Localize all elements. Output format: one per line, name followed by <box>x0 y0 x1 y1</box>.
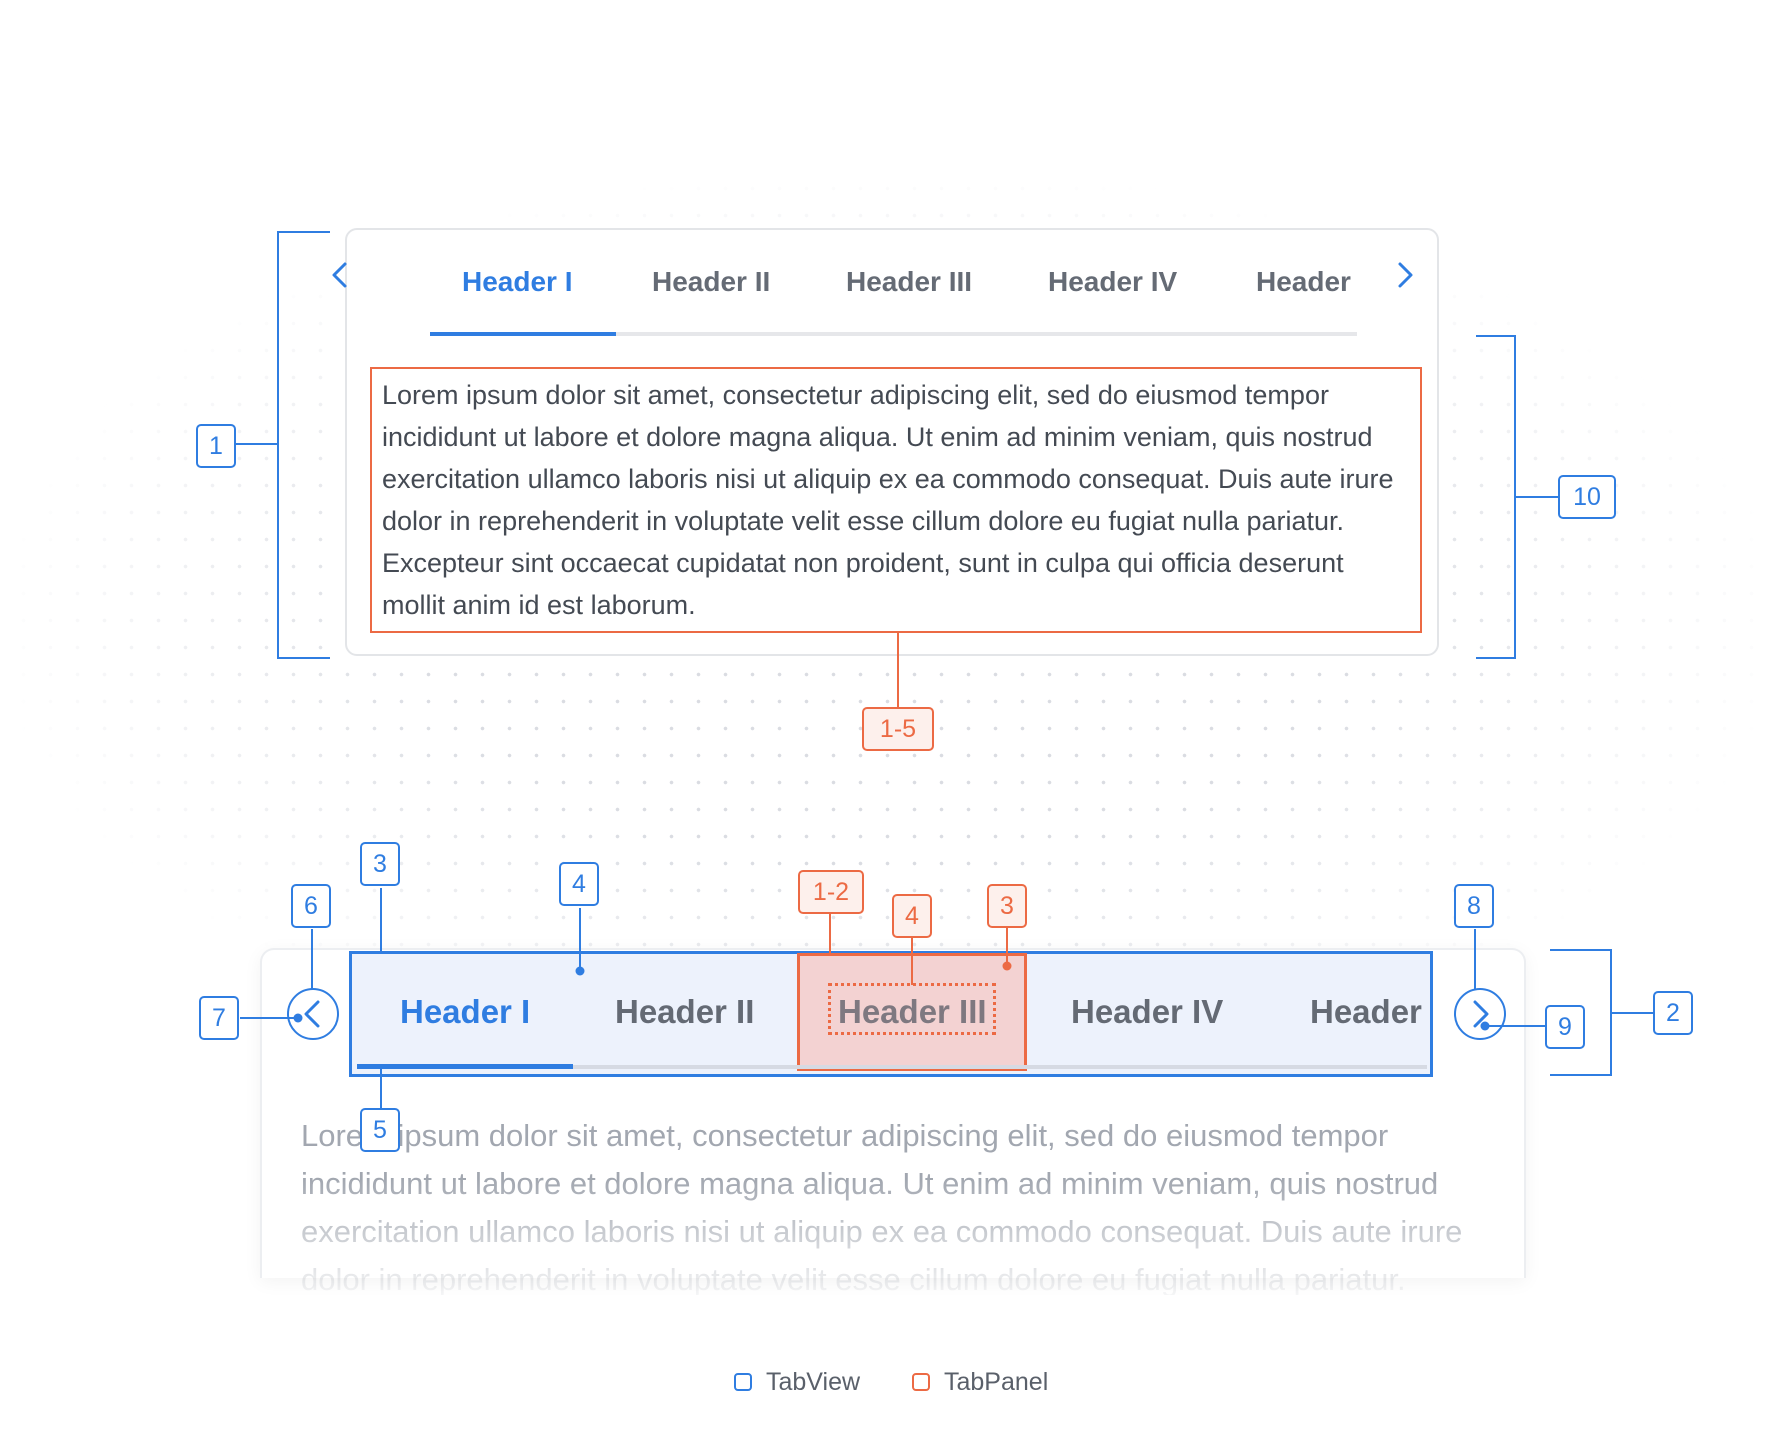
callout-badge-5: 5 <box>360 1108 400 1152</box>
legend-label-tabview: TabView <box>766 1367 861 1396</box>
callout-badge-9: 9 <box>1545 1005 1585 1049</box>
callout-badge-10: 10 <box>1558 475 1616 519</box>
callout-badge-1: 1 <box>196 424 236 468</box>
legend-swatch-tabview <box>734 1373 752 1391</box>
legend-item-tabview: TabView <box>734 1365 860 1399</box>
callout-badge-7: 7 <box>199 996 239 1040</box>
legend-swatch-tabpanel <box>912 1373 930 1391</box>
callout-badge-tabpanel-4: 4 <box>892 894 932 938</box>
callout-badge-6: 6 <box>291 884 331 928</box>
callout-badge-3: 3 <box>360 842 400 886</box>
callout-badge-tabpanel-1-2: 1-2 <box>798 870 864 914</box>
callout-badge-tabpanel-1-5: 1-5 <box>862 707 934 751</box>
callout-badge-tabpanel-3: 3 <box>987 884 1027 928</box>
legend-item-tabpanel: TabPanel <box>912 1365 1048 1399</box>
legend-label-tabpanel: TabPanel <box>944 1367 1049 1396</box>
callout-badge-2: 2 <box>1653 991 1693 1035</box>
callout-badge-8: 8 <box>1454 884 1494 928</box>
callout-badge-4: 4 <box>559 862 599 906</box>
